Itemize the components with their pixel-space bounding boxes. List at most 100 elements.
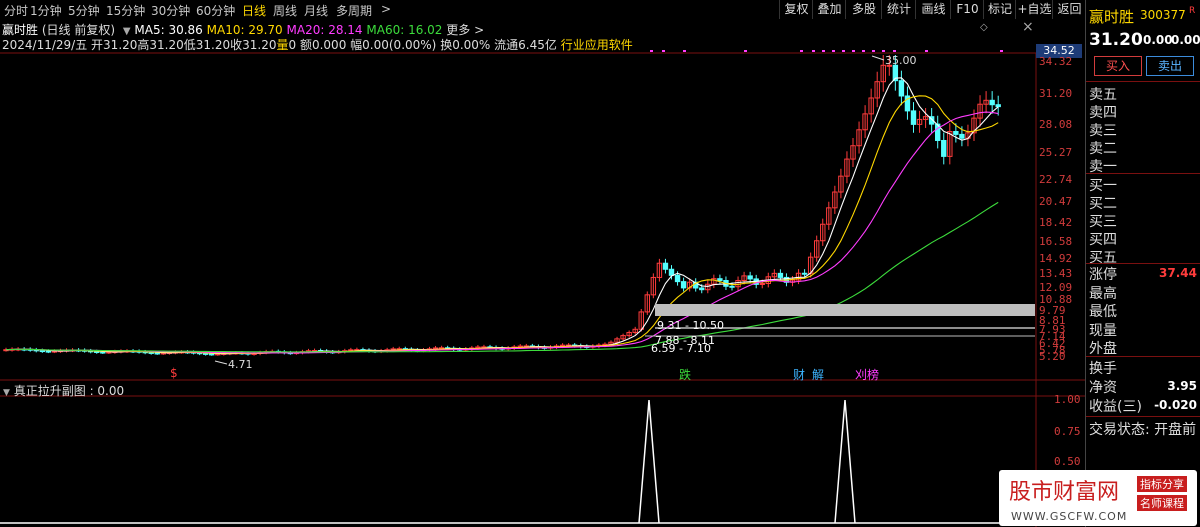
event-marker[interactable]: 财 bbox=[793, 366, 805, 383]
candle bbox=[202, 352, 209, 355]
price-tick: 14.92 bbox=[1039, 252, 1073, 265]
panel-code-sup: R bbox=[1189, 6, 1196, 16]
stats2-label: 换手 bbox=[1089, 361, 1117, 377]
signal-dot bbox=[683, 50, 686, 52]
candle bbox=[777, 272, 784, 278]
signal-dot bbox=[842, 50, 845, 52]
stats-label: 涨停 bbox=[1089, 267, 1117, 283]
range-label-1: 9.31 - 10.50 bbox=[657, 319, 724, 332]
candle bbox=[747, 275, 753, 280]
price-tick: 5.20 bbox=[1039, 350, 1066, 363]
signal-dot bbox=[872, 50, 875, 52]
signal-dot bbox=[882, 50, 885, 52]
signal-dot bbox=[893, 50, 896, 52]
signal-dot bbox=[862, 50, 865, 52]
candle bbox=[995, 104, 1001, 108]
event-marker[interactable]: 跌 bbox=[679, 366, 691, 383]
event-marker[interactable]: 刈榜 bbox=[855, 366, 879, 383]
asks-label: 卖四 bbox=[1089, 105, 1117, 121]
asks-label: 卖五 bbox=[1089, 87, 1117, 103]
indicator-spike bbox=[834, 399, 856, 524]
panel-stock-code: 300377 bbox=[1140, 8, 1186, 22]
watermark-tag2: 名师课程 bbox=[1137, 495, 1187, 511]
price-tick: 28.08 bbox=[1039, 118, 1073, 131]
panel-price: 31.20 bbox=[1089, 30, 1143, 50]
indicator-title: 真正拉升副图 : 0.00 bbox=[13, 384, 125, 398]
divider bbox=[1086, 356, 1200, 357]
watermark-name: 股市财富网 bbox=[1009, 480, 1120, 505]
signal-dot bbox=[744, 50, 747, 52]
low-label: 4.71 bbox=[228, 358, 253, 371]
candle bbox=[45, 350, 52, 353]
kline-chart[interactable]: 35.004.719.31 - 10.507.88 - 8.116.59 - 7… bbox=[0, 0, 1085, 527]
event-marker[interactable]: 解 bbox=[812, 366, 824, 383]
candle bbox=[989, 99, 995, 106]
support-band bbox=[655, 304, 1035, 316]
candle bbox=[898, 80, 905, 97]
asks-label: 卖三 bbox=[1089, 123, 1117, 139]
price-tick: 20.47 bbox=[1039, 195, 1073, 208]
candle bbox=[209, 353, 215, 356]
candle bbox=[154, 352, 160, 355]
stats2-label: 收益(三) bbox=[1089, 399, 1142, 415]
ma-line-20 bbox=[5, 111, 999, 354]
signal-dot bbox=[800, 50, 803, 52]
signal-dot bbox=[852, 50, 855, 52]
price-tick: 22.74 bbox=[1039, 173, 1073, 186]
chevron-down-icon[interactable]: ▼ bbox=[3, 388, 10, 398]
candle bbox=[94, 351, 100, 354]
candle bbox=[801, 272, 808, 275]
asks-label: 卖二 bbox=[1089, 141, 1117, 157]
divider bbox=[1086, 173, 1200, 174]
candle bbox=[668, 268, 675, 276]
price-tick: 18.42 bbox=[1039, 216, 1073, 229]
signal-dot bbox=[650, 50, 653, 52]
bids-label: 买一 bbox=[1089, 178, 1117, 194]
candle bbox=[674, 274, 681, 283]
panel-chg: 0.00 bbox=[1143, 33, 1173, 47]
indicator-spike bbox=[638, 399, 660, 524]
peak-label: 35.00 bbox=[885, 54, 917, 67]
watermark-tag1: 指标分享 bbox=[1137, 476, 1187, 492]
candle bbox=[717, 278, 723, 282]
stats-label: 最低 bbox=[1089, 304, 1117, 320]
stats2-value: 3.95 bbox=[1167, 379, 1197, 393]
candle bbox=[100, 351, 106, 354]
event-marker[interactable]: $ bbox=[170, 366, 178, 380]
ma-line-60 bbox=[5, 201, 999, 353]
signal-dot bbox=[812, 50, 815, 52]
candle bbox=[39, 350, 45, 353]
buy-button[interactable]: 买入 bbox=[1094, 56, 1142, 76]
candle bbox=[941, 139, 947, 157]
stats2-label: 净资 bbox=[1089, 380, 1117, 396]
candle bbox=[662, 262, 669, 270]
candle bbox=[148, 351, 154, 354]
bids-label: 买二 bbox=[1089, 196, 1117, 212]
stats-label: 现量 bbox=[1089, 322, 1117, 339]
bids-label: 买四 bbox=[1089, 232, 1117, 248]
signal-dot bbox=[832, 50, 835, 52]
candle bbox=[759, 283, 765, 286]
bids-label: 买三 bbox=[1089, 214, 1117, 230]
watermark-url: WWW.GSCFW.COM bbox=[1011, 510, 1128, 523]
range-label-3: 6.59 - 7.10 bbox=[651, 342, 711, 355]
quote-panel: 赢时胜 300377 R 31.20 0.00 0.00% 买入 卖出 卖五卖四… bbox=[1085, 0, 1200, 527]
divider bbox=[1086, 416, 1200, 417]
candle bbox=[680, 281, 687, 289]
indicator-tick: 1.00 bbox=[1054, 393, 1081, 406]
price-tick: 34.32 bbox=[1039, 55, 1073, 68]
candle bbox=[729, 285, 735, 288]
indicator-tick: 0.50 bbox=[1054, 455, 1081, 468]
indicator-title-row: ▼ 真正拉升副图 : 0.00 bbox=[3, 382, 124, 399]
panel-pct: 0.00% bbox=[1171, 33, 1200, 47]
sell-button[interactable]: 卖出 bbox=[1146, 56, 1194, 76]
trade-status: 交易状态: 开盘前 bbox=[1089, 422, 1197, 438]
stats2-value: -0.020 bbox=[1154, 398, 1197, 412]
stats-value: 37.44 bbox=[1159, 266, 1197, 280]
panel-stock-name: 赢时胜 bbox=[1089, 8, 1135, 26]
indicator-tick: 0.75 bbox=[1054, 425, 1081, 438]
price-tick: 16.58 bbox=[1039, 235, 1073, 248]
watermark-box: 股市财富网 指标分享 名师课程 WWW.GSCFW.COM bbox=[999, 470, 1197, 526]
signal-dot bbox=[1000, 50, 1003, 52]
candle bbox=[699, 287, 705, 291]
